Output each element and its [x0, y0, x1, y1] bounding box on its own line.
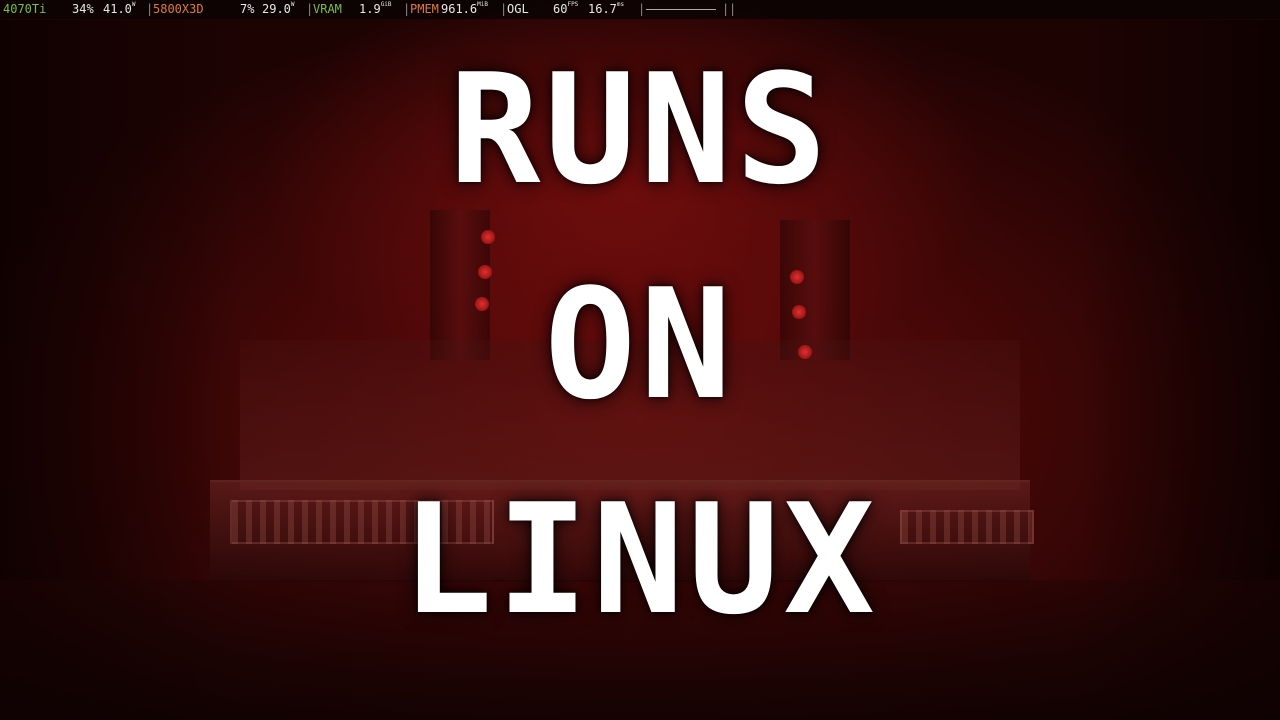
fps-value: 60 — [553, 2, 568, 16]
gpu-load: 34% — [72, 2, 94, 16]
frametime-value: 16.7 — [588, 2, 617, 16]
cpu-name: 5800X3D — [153, 2, 204, 16]
cpu-load: 7% — [240, 2, 255, 16]
pmem-value: 961.6 — [441, 2, 478, 16]
cpu-power-value: 29.0 — [262, 2, 291, 16]
separator: | — [638, 2, 646, 16]
red-light — [481, 230, 495, 244]
frametime: 16.7ms — [588, 0, 624, 19]
gpu-power: 41.0W — [103, 0, 136, 19]
frametime-unit: ms — [616, 1, 625, 8]
gpu-power-unit: W — [131, 1, 136, 8]
vram-value: 1.9 — [359, 2, 381, 16]
overlay-title-line-1: RUNS — [448, 41, 832, 218]
gpu-name: 4070Ti — [3, 2, 47, 16]
pmem-unit: MiB — [477, 1, 488, 8]
graphics-api: OGL — [507, 2, 529, 16]
fps-counter: 60FPS — [553, 0, 578, 19]
vram-usage: 1.9GiB — [359, 0, 392, 19]
overlay-title-line-2: ON — [544, 256, 736, 433]
cpu-power: 29.0W — [262, 0, 295, 19]
vram-unit: GiB — [380, 1, 392, 8]
separator: | — [729, 2, 737, 16]
gpu-power-value: 41.0 — [103, 2, 132, 16]
pmem-label: PMEM — [410, 2, 439, 16]
overlay-title-line-3: LINUX — [401, 471, 879, 648]
pmem-usage: 961.6MiB — [441, 0, 488, 19]
fps-unit: FPS — [567, 1, 579, 8]
cpu-power-unit: W — [290, 1, 295, 8]
frametime-graph — [646, 9, 716, 10]
performance-overlay-hud: 4070Ti 34% 41.0W | 5800X3D 7% 29.0W | VR… — [0, 0, 1280, 19]
vram-label: VRAM — [313, 2, 342, 16]
